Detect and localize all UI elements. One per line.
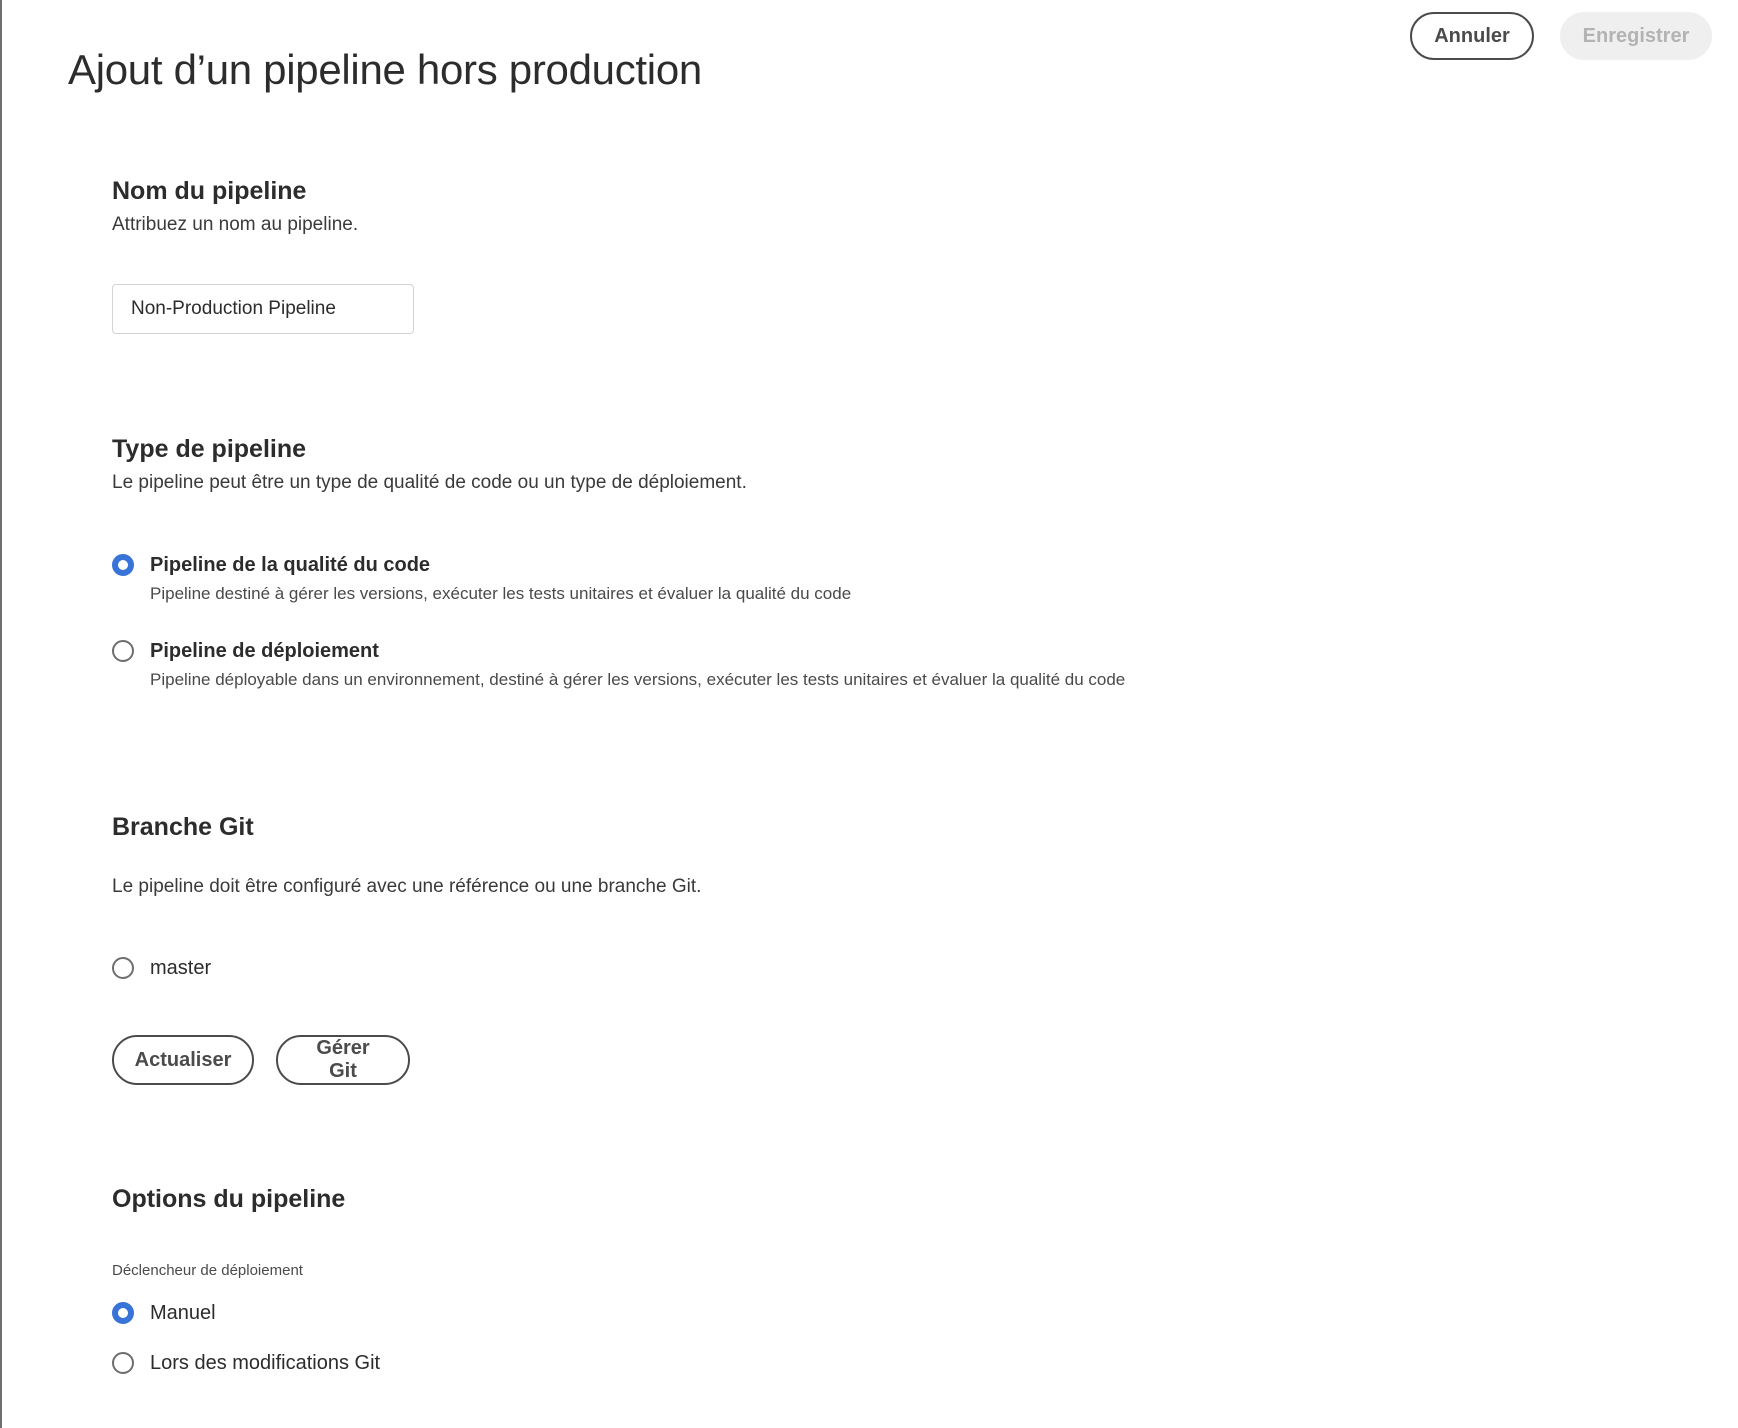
git-actions: Actualiser Gérer Git	[112, 1035, 410, 1085]
radio-checked-icon[interactable]	[112, 1302, 134, 1324]
pipeline-name-description: Attribuez un nom au pipeline.	[112, 214, 359, 235]
pipeline-name-input[interactable]	[112, 284, 414, 334]
header-actions: Annuler Enregistrer	[1410, 12, 1712, 60]
pipeline-type-description: Le pipeline peut être un type de qualité…	[112, 472, 747, 493]
radio-unchecked-icon[interactable]	[112, 957, 134, 979]
refresh-button[interactable]: Actualiser	[112, 1035, 254, 1085]
deployment-trigger-label: Déclencheur de déploiement	[112, 1262, 303, 1279]
radio-label: Manuel	[150, 1302, 216, 1324]
pipeline-type-section: Type de pipeline Le pipeline peut être u…	[112, 435, 747, 494]
save-button[interactable]: Enregistrer	[1560, 12, 1712, 60]
git-branch-section: Branche Git	[112, 813, 254, 842]
radio-branch-master[interactable]: master	[112, 957, 211, 979]
pipeline-form-page: Ajout d’un pipeline hors production Annu…	[0, 0, 1738, 1428]
radio-label: master	[150, 957, 212, 979]
cancel-button[interactable]: Annuler	[1410, 12, 1534, 60]
radio-label: Pipeline de la qualité du code	[150, 554, 431, 576]
manage-git-button[interactable]: Gérer Git	[276, 1035, 410, 1085]
git-branch-description: Le pipeline doit être configuré avec une…	[112, 876, 702, 897]
radio-label: Lors des modifications Git	[150, 1352, 381, 1374]
git-branch-title: Branche Git	[112, 813, 254, 841]
radio-checked-icon[interactable]	[112, 554, 134, 576]
pipeline-options-title: Options du pipeline	[112, 1185, 346, 1213]
radio-trigger-manual[interactable]: Manuel	[112, 1302, 216, 1324]
radio-help-text: Pipeline destiné à gérer les versions, e…	[150, 584, 852, 603]
pipeline-name-title: Nom du pipeline	[112, 177, 307, 205]
radio-help-text: Pipeline déployable dans un environnemen…	[150, 670, 1126, 689]
page-title: Ajout d’un pipeline hors production	[68, 46, 702, 94]
pipeline-type-title: Type de pipeline	[112, 435, 307, 463]
radio-trigger-git-changes[interactable]: Lors des modifications Git	[112, 1352, 380, 1374]
radio-code-quality-pipeline[interactable]: Pipeline de la qualité du code Pipeline …	[112, 554, 851, 604]
radio-label: Pipeline de déploiement	[150, 640, 379, 662]
radio-unchecked-icon[interactable]	[112, 640, 134, 662]
radio-deployment-pipeline[interactable]: Pipeline de déploiement Pipeline déploya…	[112, 640, 1125, 690]
pipeline-options-section: Options du pipeline	[112, 1185, 345, 1214]
pipeline-name-section: Nom du pipeline Attribuez un nom au pipe…	[112, 177, 358, 236]
radio-unchecked-icon[interactable]	[112, 1352, 134, 1374]
